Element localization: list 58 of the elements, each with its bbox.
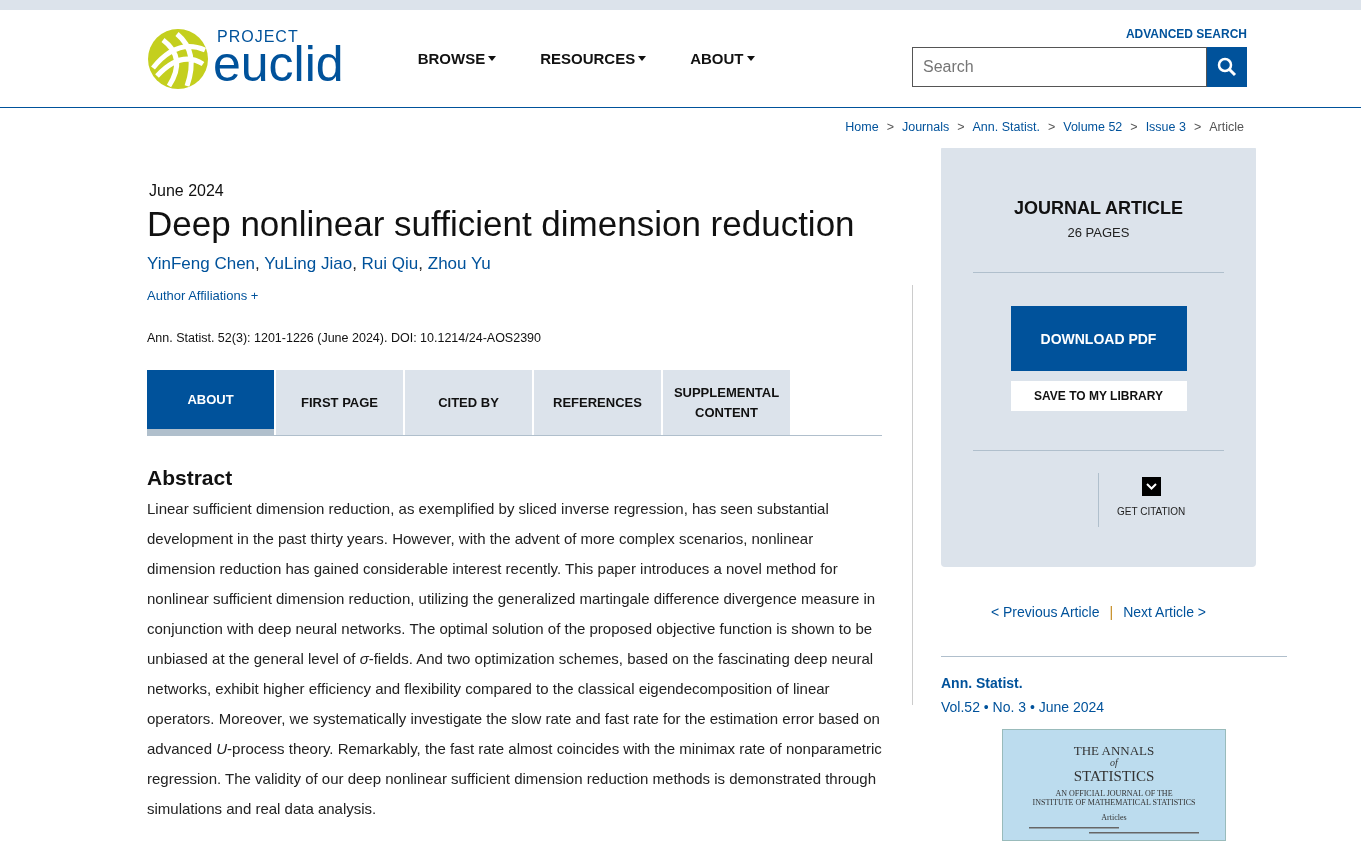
- get-citation-button[interactable]: GET CITATION: [1099, 477, 1186, 527]
- search-button[interactable]: [1207, 46, 1247, 87]
- citation-text: Ann. Statist. 52(3): 1201-1226 (June 2024). DOI: 10.1214/24-AOS2390: [147, 331, 542, 345]
- search-field[interactable]: Search: [912, 46, 1207, 87]
- save-to-library-button[interactable]: SAVE TO MY LIBRARY: [1010, 381, 1187, 411]
- author-separator: ,: [352, 254, 358, 273]
- tab[interactable]: FIRST PAGE: [276, 370, 403, 435]
- globe-logo-icon: [147, 27, 209, 90]
- previous-article-link[interactable]: < Previous Article: [990, 604, 1100, 620]
- breadcrumb-separator: >: [1130, 120, 1138, 134]
- breadcrumb-separator: >: [886, 120, 894, 134]
- author-link[interactable]: YuLing Jiao: [264, 254, 353, 273]
- search-icon: [1217, 56, 1237, 77]
- article-title: Deep nonlinear sufficient dimension reduction: [147, 204, 856, 244]
- author-affiliations-link[interactable]: Author Affiliations +: [147, 288, 882, 303]
- nav-menu[interactable]: ABOUT: [690, 50, 755, 67]
- download-pdf-button[interactable]: DOWNLOAD PDF: [1010, 306, 1187, 371]
- caret-icon: [746, 56, 755, 61]
- caret-icon: [488, 56, 497, 61]
- tab[interactable]: ABOUT: [147, 370, 274, 435]
- breadcrumb-link[interactable]: Home: [845, 120, 879, 134]
- breadcrumb-separator: >: [1193, 120, 1202, 134]
- cover-title: THE ANNALS: [1073, 744, 1155, 757]
- cover-section: Articles: [1101, 813, 1127, 823]
- caret-icon: [638, 56, 647, 61]
- publication-date: June 2024: [149, 182, 225, 200]
- nav-menu[interactable]: RESOURCES: [540, 50, 647, 67]
- author-link[interactable]: YinFeng Chen: [147, 254, 256, 273]
- cover-subtitle: AN OFFICIAL JOURNAL OF THE: [1055, 790, 1173, 799]
- breadcrumb-link[interactable]: Issue 3: [1145, 120, 1186, 134]
- tab[interactable]: SUPPLEMENTAL CONTENT: [663, 370, 790, 435]
- issue-link[interactable]: Vol.52 • No. 3 • June 2024: [941, 699, 1287, 715]
- breadcrumb-link[interactable]: Volume 52: [1063, 120, 1123, 134]
- breadcrumb-separator: >: [1047, 120, 1056, 134]
- breadcrumb-link[interactable]: Journals: [901, 120, 950, 134]
- author-separator: ,: [255, 254, 261, 273]
- article-type: JOURNAL ARTICLE: [1014, 198, 1183, 219]
- abstract-text: Linear sufficient dimension reduction, as exemplified by sliced inverse regression, has seen substantial development in the past thirty years. However, with the advent of more complex scenarios, nonlinear dimension reduction has gained considerable interest recently. This paper introduces a novel method for nonlinear sufficient dimension reduction, utilizing the generalized martingale difference divergence measure in conjunction with deep neural networks. The optimal solution of the proposed objective function is shown to be unbiased at the general level of σ-fields. And two optimization schemes, based on the fascinating deep neural networks, exhibit higher efficiency and flexibility compared to the classical eigendecomposition of linear operators. Moreover, we systematically investigate the slow rate and fast rate for the estimation error based on advanced U-process theory. Remarkably, the fast rate almost coincides with the minimax rate of nonparametric regression. The validity of our deep nonlinear sufficient dimension reduction methods is demonstrated through simulations and real data analysis.: [147, 499, 882, 819]
- page-count: 26 PAGES: [1067, 225, 1130, 240]
- cover-title: of: [1110, 757, 1118, 769]
- chevron-down-icon: [1141, 477, 1161, 496]
- tab[interactable]: REFERENCES: [534, 370, 661, 435]
- author-separator: ,: [418, 254, 424, 273]
- cover-title: STATISTICS: [1073, 769, 1155, 784]
- journal-link[interactable]: Ann. Statist.: [941, 675, 1287, 691]
- author-link[interactable]: Zhou Yu: [427, 254, 491, 273]
- journal-cover[interactable]: THE ANNALS of STATISTICS AN OFFICIAL JOURNAL OF THE INSTITUTE OF MATHEMATICAL STATISTICS Articles: [1002, 729, 1226, 841]
- current-page-label: Article: [1209, 120, 1244, 134]
- cover-subtitle: INSTITUTE OF MATHEMATICAL STATISTICS: [1032, 798, 1196, 808]
- nav-menu[interactable]: BROWSE: [417, 50, 497, 67]
- abstract-heading: Abstract: [147, 466, 234, 490]
- breadcrumb-separator: >: [957, 120, 965, 134]
- link-separator: |: [1109, 604, 1114, 620]
- breadcrumb-link[interactable]: Ann. Statist.: [972, 120, 1040, 134]
- advanced-search-link[interactable]: ADVANCED SEARCH: [1125, 26, 1247, 41]
- author-link[interactable]: Rui Qiu: [361, 254, 419, 273]
- tab[interactable]: CITED BY: [405, 370, 532, 435]
- next-article-link[interactable]: Next Article >: [1123, 604, 1207, 620]
